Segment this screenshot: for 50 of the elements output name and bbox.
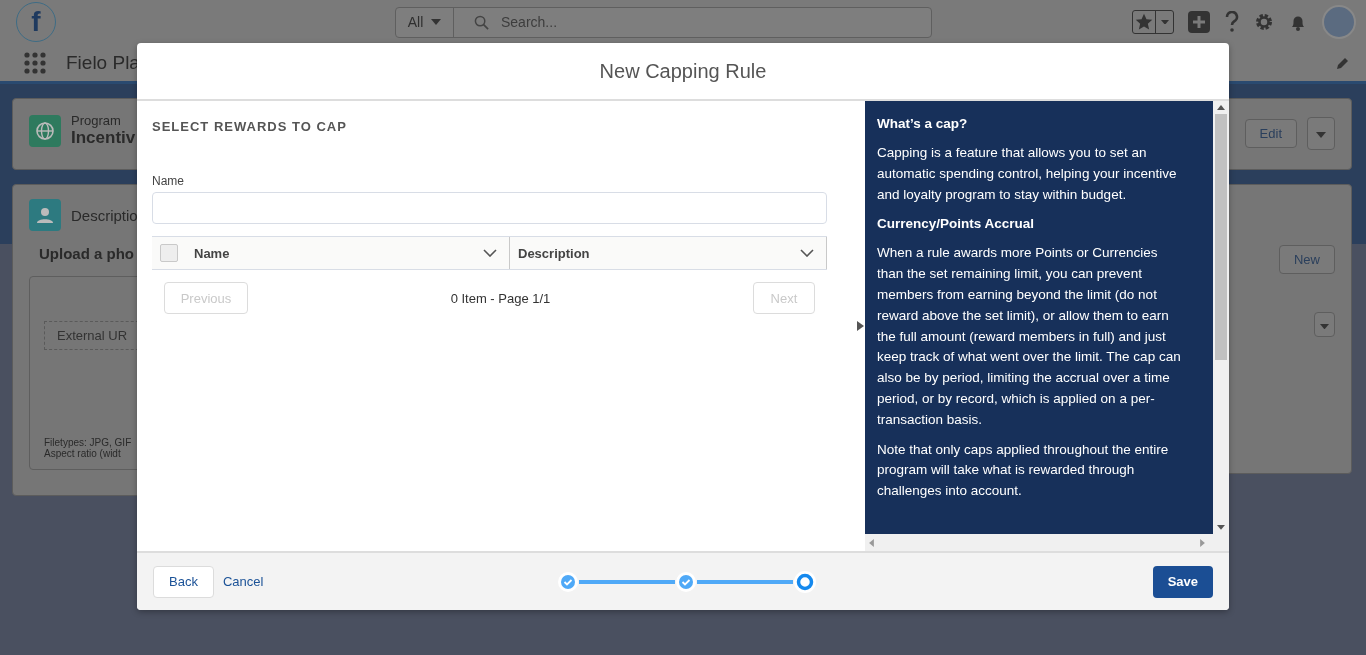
column-header[interactable]: Description [510, 237, 827, 269]
back-button[interactable]: Back [153, 565, 214, 598]
expand-arrow-icon[interactable] [857, 321, 864, 331]
vertical-scrollbar[interactable] [1213, 101, 1229, 534]
caret-icon [1320, 323, 1329, 329]
modal-title: New Capping Rule [599, 59, 767, 83]
name-input[interactable] [152, 192, 827, 224]
cancel-link[interactable]: Cancel [222, 574, 264, 589]
aspect-ratio-text: Aspect ratio (widt [44, 448, 121, 459]
chevron-down-icon[interactable] [800, 249, 814, 257]
help-paragraph: When a rule awards more Points or Currencies than the set remaining limit, you can prevent members from earning beyond the limit (do not reward above the set limit), or allow them to earn the full amount (reward members in full) and just keep track of what went over the limit. The cap can also be by period, limiting the accrual over a time period, or by record, which is applied on a per-transaction basis. [877, 244, 1181, 429]
row-dropdown-button[interactable] [1314, 312, 1335, 337]
edit-icon[interactable] [1336, 55, 1350, 70]
filetypes-text: Filetypes: JPG, GIF [44, 437, 132, 448]
scroll-down-icon [1217, 525, 1225, 530]
caret-icon [431, 19, 442, 25]
edit-button[interactable]: Edit [1244, 119, 1297, 148]
help-paragraph: Capping is a feature that allows you to set an automatic spending control, helping your incentive and loyalty program to stay within budget. [877, 144, 1178, 204]
app-launcher-icon[interactable] [24, 51, 46, 74]
search-placeholder: Search... [501, 14, 558, 30]
scroll-up-icon[interactable] [1217, 105, 1225, 110]
settings-icon[interactable] [1254, 12, 1274, 32]
column-header[interactable]: Name [186, 237, 510, 269]
chevron-down-icon[interactable] [483, 249, 497, 257]
actions-dropdown-button[interactable] [1307, 117, 1335, 150]
scroll-left-icon[interactable] [869, 538, 874, 547]
search-scope[interactable]: All [407, 14, 424, 30]
select-all-checkbox[interactable] [160, 244, 178, 262]
globe-icon [29, 114, 61, 147]
plus-icon[interactable] [1188, 11, 1210, 33]
card-title: Descriptio [71, 206, 138, 224]
help-icon[interactable] [1224, 11, 1240, 33]
search-field[interactable]: All Search... [395, 6, 932, 38]
record-name: Incentiv [71, 128, 136, 148]
section-heading: SELECT REWARDS TO CAP [152, 119, 348, 134]
object-label: Program [71, 113, 121, 128]
save-button[interactable]: Save [1152, 565, 1213, 598]
search-icon [474, 14, 489, 30]
help-paragraph: Note that only caps applied throughout the entire program will take what is rewarded through challenges into account. [877, 440, 1170, 501]
page-status: 0 Item - Page 1/1 [450, 290, 551, 306]
new-button[interactable]: New [1279, 245, 1335, 274]
caret-icon [1316, 132, 1326, 138]
person-icon [29, 199, 61, 231]
help-heading: What’s a cap? [877, 115, 969, 133]
help-heading: Currency/Points Accrual [877, 215, 1036, 234]
upload-title: Upload a pho [39, 245, 134, 262]
favorites-button[interactable] [1132, 10, 1174, 34]
caret-icon [1160, 19, 1169, 25]
scroll-right-icon[interactable] [1200, 538, 1205, 547]
field-label: Name [152, 174, 185, 188]
